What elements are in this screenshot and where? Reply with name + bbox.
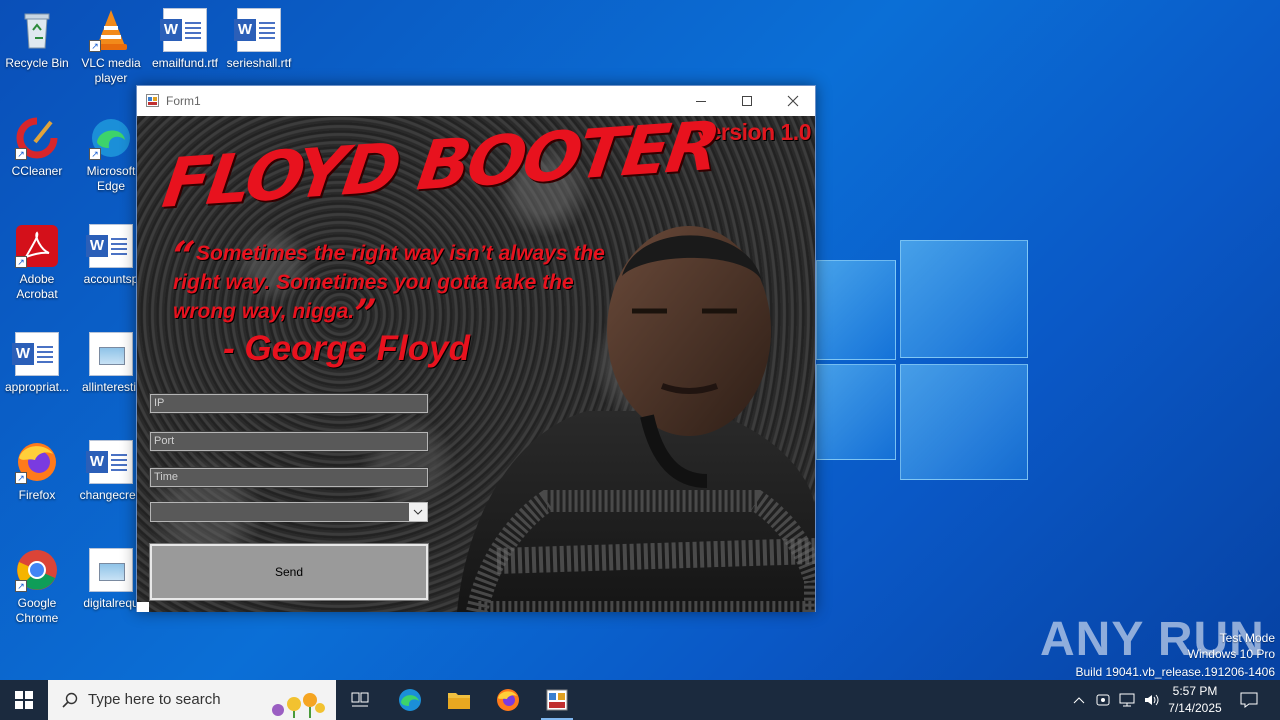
desktop-icon-label: appropriat... — [4, 380, 70, 394]
desktop-icon-label: emailfund.rtf — [151, 56, 219, 70]
form1-window[interactable]: Form1 Version 1.0 FLOYD BOOTER “Sometime… — [136, 85, 816, 612]
shortcut-arrow-icon: ↗ — [15, 472, 27, 484]
send-button[interactable]: Send — [149, 543, 429, 601]
acrobat-icon: ↗ — [15, 224, 59, 268]
shortcut-arrow-icon: ↗ — [15, 256, 27, 268]
port-input[interactable]: Port — [149, 431, 429, 452]
desktop-icon-emailfund[interactable]: W emailfund.rtf — [148, 8, 222, 71]
app-icon — [146, 94, 159, 107]
taskbar-file-explorer[interactable] — [435, 680, 483, 720]
tray-network[interactable] — [1116, 680, 1138, 720]
image-file-icon — [89, 332, 133, 376]
notification-center-button[interactable] — [1234, 680, 1264, 720]
task-view-icon — [351, 692, 369, 707]
clock-date: 7/14/2025 — [1168, 701, 1222, 715]
window-title: Form1 — [166, 94, 201, 108]
desktop-icon-label: serieshall.rtf — [226, 56, 292, 70]
tray-volume[interactable] — [1140, 680, 1162, 720]
test-mode-label: Test Mode — [1219, 631, 1275, 645]
tray-overflow-button[interactable] — [1068, 680, 1090, 720]
notification-icon — [1240, 692, 1258, 708]
shortcut-arrow-icon: ↗ — [89, 148, 101, 160]
taskbar-clock[interactable]: 5:57 PM 7/14/2025 — [1160, 683, 1230, 717]
network-icon — [1119, 693, 1135, 707]
folder-icon — [448, 693, 470, 709]
desktop-icon-ccleaner[interactable]: ↗ CCleaner — [0, 116, 74, 179]
desktop-icon-label: Google Chrome — [15, 596, 59, 625]
edge-icon — [399, 689, 421, 711]
desktop-icon-chrome[interactable]: ↗ Google Chrome — [0, 548, 74, 626]
word-document-icon: W — [12, 332, 59, 376]
desktop-icon-recycle-bin[interactable]: Recycle Bin — [0, 8, 74, 71]
shortcut-arrow-icon: ↗ — [15, 580, 27, 592]
ip-input[interactable]: IP — [149, 393, 429, 414]
search-placeholder: Type here to search — [88, 691, 221, 708]
minimize-button[interactable] — [678, 86, 724, 116]
taskbar-edge[interactable] — [386, 680, 434, 720]
close-icon — [787, 95, 799, 107]
taskbar-firefox[interactable] — [484, 680, 532, 720]
ccleaner-icon: ↗ — [15, 116, 59, 160]
form1-app-icon — [546, 689, 568, 711]
windows-logo-wallpaper — [816, 240, 1030, 480]
tray-defender[interactable] — [1092, 680, 1114, 720]
security-icon — [1096, 694, 1110, 706]
recycle-bin-icon — [15, 8, 59, 52]
image-file-icon — [89, 548, 133, 592]
desktop-icon-label: Recycle Bin — [5, 56, 69, 70]
desktop-icon-label: VLC media player — [81, 56, 141, 85]
build-label: Build 19041.vb_release.191206-1406 — [1075, 665, 1276, 679]
method-select[interactable] — [150, 502, 428, 522]
quote-body: Sometimes the right way isn’t always the… — [173, 242, 605, 323]
time-input[interactable]: Time — [149, 467, 429, 488]
minimize-icon — [696, 101, 706, 102]
chevron-down-icon[interactable] — [409, 503, 427, 521]
desktop-icon-label: Firefox — [18, 488, 56, 502]
chrome-icon: ↗ — [15, 548, 59, 592]
taskbar-search-box[interactable]: Type here to search — [48, 680, 336, 720]
search-icon — [62, 692, 78, 708]
chevron-up-icon — [1073, 697, 1085, 704]
desktop-icon-label: Adobe Acrobat — [16, 272, 58, 301]
word-document-icon: W — [86, 440, 133, 484]
desktop-icon-label: CCleaner — [11, 164, 63, 178]
taskbar: Type here to search 5:57 PM 7/14/2025 — [0, 680, 1280, 720]
shortcut-arrow-icon: ↗ — [89, 40, 101, 52]
window-titlebar[interactable]: Form1 — [137, 86, 815, 116]
taskbar-form1-app[interactable] — [533, 680, 581, 720]
form-corner-strip — [137, 602, 149, 612]
windows-edition-label: Windows 10 Pro — [1187, 647, 1275, 661]
flowers-search-highlight-icon — [272, 693, 325, 718]
vlc-icon: ↗ — [89, 8, 133, 52]
desktop-icon-acrobat[interactable]: ↗ Adobe Acrobat — [0, 224, 74, 302]
task-view-button[interactable] — [336, 680, 384, 720]
word-document-icon: W — [234, 8, 281, 52]
desktop-icon-serieshall[interactable]: W serieshall.rtf — [222, 8, 296, 71]
start-button[interactable] — [0, 680, 48, 720]
maximize-icon — [742, 96, 752, 106]
form-client-area: Version 1.0 FLOYD BOOTER “Sometimes the … — [137, 116, 815, 612]
quote-text: “Sometimes the right way isn’t always th… — [173, 237, 613, 335]
word-document-icon: W — [160, 8, 207, 52]
clock-time: 5:57 PM — [1172, 684, 1218, 698]
edge-icon: ↗ — [89, 116, 133, 160]
maximize-button[interactable] — [724, 86, 770, 116]
word-document-icon: W — [86, 224, 133, 268]
quote-author: - George Floyd — [223, 329, 470, 368]
shortcut-arrow-icon: ↗ — [15, 148, 27, 160]
firefox-icon — [497, 689, 519, 711]
desktop-icon-firefox[interactable]: ↗ Firefox — [0, 440, 74, 503]
desktop-icon-appropriat[interactable]: W appropriat... — [0, 332, 74, 395]
desktop-icon-vlc[interactable]: ↗ VLC media player — [74, 8, 148, 86]
firefox-icon: ↗ — [15, 440, 59, 484]
volume-icon — [1145, 694, 1159, 706]
close-button[interactable] — [770, 86, 816, 116]
windows-start-icon — [15, 691, 33, 709]
